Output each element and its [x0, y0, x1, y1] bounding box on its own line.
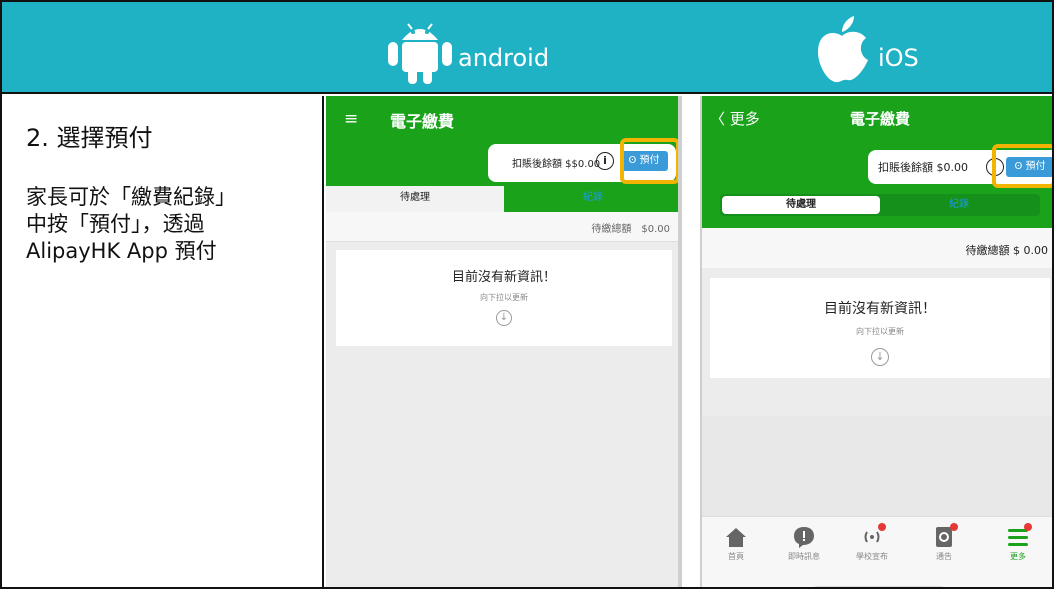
tabbar-home[interactable]: 首頁 — [706, 525, 766, 562]
highlight-box — [620, 138, 678, 184]
tabbar-notices[interactable]: 通告 — [914, 523, 974, 562]
android-page-title: 電子繳費 — [390, 112, 455, 131]
tabbar-label: 通告 — [936, 552, 952, 561]
tabbar-label: 更多 — [1010, 552, 1026, 561]
notification-dot — [1024, 523, 1032, 531]
message-icon — [794, 527, 814, 548]
tabbar-messages[interactable]: 即時訊息 — [774, 525, 834, 562]
tabbar-announcements[interactable]: 學校宣布 — [842, 523, 902, 562]
description-line: AlipayHK App 預付 — [26, 239, 217, 263]
android-label: android — [458, 44, 550, 72]
step-title: 2. 選擇預付 — [26, 124, 153, 152]
ios-nav-bar: 〈 更多 電子繳費 — [702, 96, 1052, 140]
tabbar-more[interactable]: 更多 — [988, 523, 1048, 562]
android-icon — [388, 23, 452, 84]
tabbar-label: 即時訊息 — [788, 552, 820, 561]
ios-tab-bar: 首頁 即時訊息 學校宣布 通告 更多 — [702, 516, 1052, 587]
ios-empty-card: 目前沒有新資訊！ 向下拉以更新 ↓ — [710, 278, 1050, 378]
pull-to-refresh-hint: 向下拉以更新 — [480, 293, 528, 302]
tabbar-label: 學校宣布 — [856, 552, 888, 561]
pull-down-icon: ↓ — [871, 348, 889, 366]
ios-label: iOS — [878, 44, 919, 72]
tab-records[interactable]: 紀錄 — [504, 186, 678, 212]
instruction-panel: 2. 選擇預付 家長可於「繳費紀錄」 中按「預付」，透過 AlipayHK Ap… — [2, 96, 324, 587]
platform-header: android iOS — [2, 2, 1052, 94]
pull-down-icon: ↓ — [496, 310, 512, 326]
ios-balance-text: 扣賬後餘額 $0.00 — [878, 161, 968, 174]
description-line: 家長可於「繳費紀錄」 — [26, 185, 236, 209]
android-screen: ≡ 電子繳費 扣賬後餘額 $$0.00 i ʘ 預付 待處理 紀錄 待繳總額 $… — [326, 96, 682, 587]
highlight-box — [992, 144, 1052, 188]
notification-dot — [950, 523, 958, 531]
android-due-total-row: 待繳總額 $0.00 — [326, 212, 678, 242]
tab-pending[interactable]: 待處理 — [326, 186, 504, 212]
more-icon — [1006, 523, 1032, 549]
ios-empty-area — [702, 416, 1052, 516]
ios-page-title: 電子繳費 — [849, 110, 910, 128]
hamburger-menu-icon[interactable]: ≡ — [344, 109, 358, 129]
slide-frame: android iOS 2. 選擇預付 家長可於「繳費紀錄」 中按「預付」，透過… — [0, 0, 1054, 589]
android-app-bar: ≡ 電子繳費 — [326, 96, 678, 142]
android-empty-card: 目前沒有新資訊！ 向下拉以更新 ↓ — [336, 250, 672, 346]
tab-pending[interactable]: 待處理 — [722, 196, 880, 214]
ios-segmented-control: 待處理 紀錄 — [720, 194, 1040, 216]
android-tabs: 待處理 紀錄 — [326, 186, 678, 212]
ios-due-total-row: 待繳總額 $ 0.00 — [702, 228, 1052, 268]
notice-icon — [932, 523, 958, 549]
info-icon[interactable]: i — [596, 152, 614, 170]
description-line: 中按「預付」，透過 — [26, 212, 205, 236]
android-balance-text: 扣賬後餘額 $$0.00 — [512, 159, 601, 170]
apple-icon — [818, 16, 868, 83]
pull-to-refresh-hint: 向下拉以更新 — [856, 327, 904, 336]
empty-state-title: 目前沒有新資訊！ — [451, 270, 556, 285]
tabbar-label: 首頁 — [728, 552, 744, 561]
step-description: 家長可於「繳費紀錄」 中按「預付」，透過 AlipayHK App 預付 — [26, 184, 316, 265]
notification-dot — [878, 523, 886, 531]
tab-records[interactable]: 紀錄 — [880, 196, 1038, 214]
due-total-text: 待繳總額 $0.00 — [591, 224, 670, 235]
ios-screen: 〈 更多 電子繳費 扣賬後餘額 $0.00 i ʘ 預付 待處理 紀錄 待繳總額… — [700, 96, 1052, 587]
broadcast-icon — [860, 523, 886, 549]
empty-state-title: 目前沒有新資訊！ — [824, 301, 936, 317]
home-icon — [726, 528, 746, 547]
due-total-text: 待繳總額 $ 0.00 — [965, 244, 1048, 257]
